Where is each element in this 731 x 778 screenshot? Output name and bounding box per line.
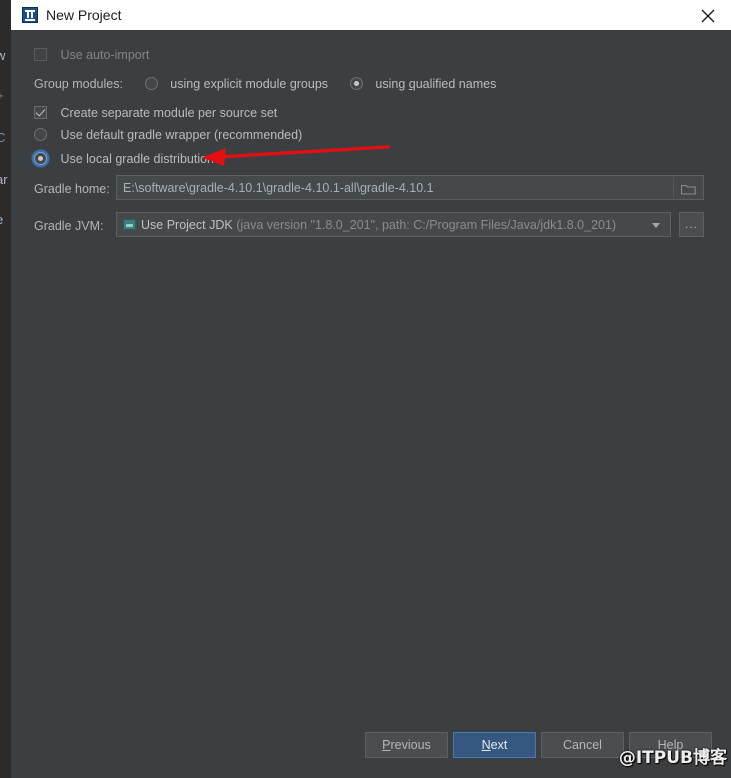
group-modules-label: Group modules: — [34, 77, 123, 91]
gradle-jvm-label: Gradle JVM: — [34, 219, 104, 233]
gradle-jvm-select[interactable]: Use Project JDK (java version "1.8.0_201… — [116, 212, 671, 237]
radio-qualified-names[interactable] — [349, 77, 363, 90]
intellij-idea-icon — [22, 7, 38, 23]
chevron-down-icon[interactable] — [652, 223, 660, 228]
gradle-home-value: E:\software\gradle-4.10.1\gradle-4.10.1-… — [123, 181, 434, 195]
radio-explicit-module-groups[interactable] — [144, 77, 158, 90]
auto-import-checkbox-row[interactable]: Use auto-import — [34, 46, 149, 64]
gradle-jvm-label-wrap: Gradle JVM: — [34, 217, 103, 235]
default-gradle-wrapper-label: Use default gradle wrapper (recommended) — [60, 128, 303, 142]
gradle-home-label-wrap: Gradle home: — [34, 180, 110, 198]
next-button[interactable]: Next — [453, 732, 536, 758]
backdrop-fragment: C — [0, 130, 6, 145]
watermark: @ITPUB博客 — [618, 748, 727, 768]
group-modules-row: Group modules: using explicit module gro… — [34, 75, 496, 93]
backdrop-text-strip: w + C ar e — [0, 30, 11, 778]
dialog-title: New Project — [46, 7, 122, 23]
auto-import-checkbox[interactable] — [34, 48, 47, 61]
qualified-names-label: using qualified names — [375, 77, 497, 91]
radio-local-gradle-distribution[interactable] — [34, 152, 47, 165]
local-distribution-radio-row[interactable]: Use local gradle distribution — [34, 150, 214, 168]
gradle-home-label: Gradle home: — [34, 182, 110, 196]
backdrop-fragment: w — [0, 48, 6, 63]
auto-import-label: Use auto-import — [60, 48, 150, 62]
backdrop-fragment: ar — [0, 172, 8, 187]
close-icon[interactable] — [685, 0, 731, 29]
separate-module-label: Create separate module per source set — [60, 106, 278, 120]
default-wrapper-radio-row[interactable]: Use default gradle wrapper (recommended) — [34, 126, 302, 144]
cancel-button[interactable]: Cancel — [541, 732, 624, 758]
gradle-jvm-value: Use Project JDK (java version "1.8.0_201… — [141, 218, 617, 232]
dialog-titlebar: New Project — [11, 0, 731, 31]
backdrop-fragment: + — [0, 88, 4, 103]
gradle-home-input[interactable]: E:\software\gradle-4.10.1\gradle-4.10.1-… — [116, 175, 704, 200]
jdk-icon — [123, 219, 136, 230]
explicit-module-groups-label: using explicit module groups — [170, 77, 329, 91]
folder-icon[interactable] — [673, 177, 702, 198]
radio-default-gradle-wrapper[interactable] — [34, 128, 47, 141]
previous-button[interactable]: Previous — [365, 732, 448, 758]
separate-module-checkbox[interactable] — [34, 106, 47, 119]
gradle-jvm-browse-button[interactable]: ... — [679, 212, 704, 237]
local-gradle-distribution-label: Use local gradle distribution — [60, 152, 215, 166]
separate-module-checkbox-row[interactable]: Create separate module per source set — [34, 104, 277, 122]
new-project-dialog: New Project Use auto-import Group module… — [11, 0, 731, 778]
backdrop-fragment: e — [0, 212, 3, 227]
dialog-content: Use auto-import Group modules: using exp… — [11, 30, 731, 778]
